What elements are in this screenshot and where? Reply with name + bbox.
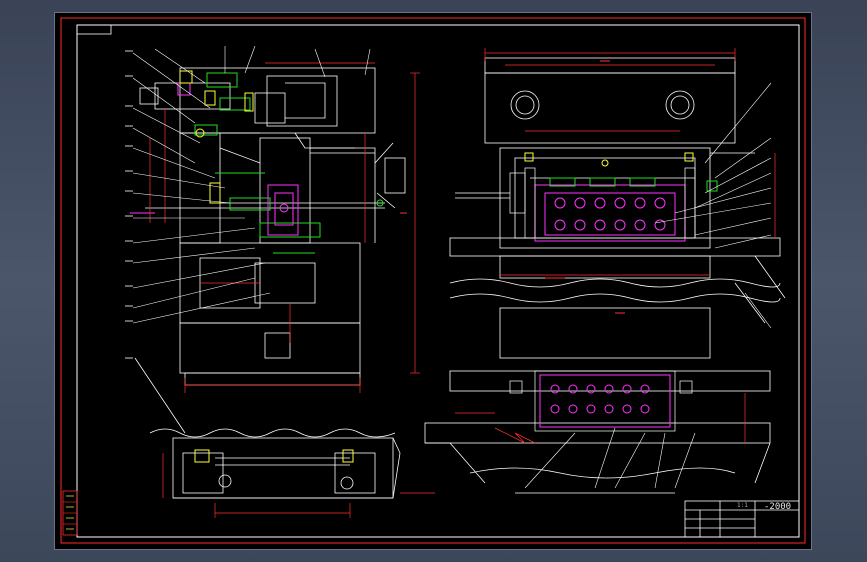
right-lower-die-magenta	[539, 374, 671, 428]
left-callout-ticks	[125, 50, 133, 359]
title-block-scale: 1:1	[737, 502, 748, 509]
lower-left-yellow	[194, 449, 354, 463]
right-side-view	[424, 57, 786, 494]
left-view-yellow	[179, 70, 254, 204]
right-lower-white	[509, 370, 693, 432]
corner-tag	[76, 24, 112, 35]
left-view-green	[194, 72, 384, 254]
lower-left-dimensions	[162, 453, 435, 518]
right-upper-die-magenta	[534, 184, 686, 242]
right-upper-yellow	[524, 152, 694, 167]
inner-frame	[76, 24, 800, 538]
title-block-drawing-number: -2000	[764, 502, 792, 512]
cad-viewport[interactable]: 1:1 -2000	[55, 13, 811, 549]
cad-drawing	[60, 17, 806, 544]
left-leader-lines	[132, 45, 371, 324]
